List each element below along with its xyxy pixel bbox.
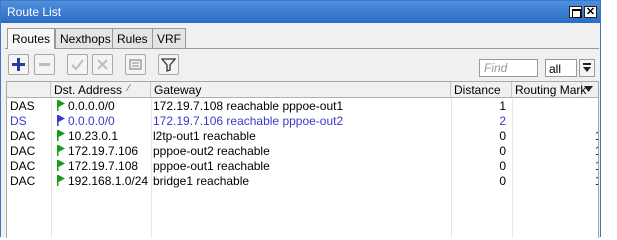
add-button[interactable] (8, 54, 29, 75)
chevron-down-icon (583, 63, 591, 72)
route-type: DS (10, 114, 27, 128)
dst-address: 0.0.0.0/0 (68, 114, 115, 128)
route-type: DAC (10, 129, 36, 143)
tab-rules[interactable]: Rules (112, 28, 153, 48)
window-title: Route List (7, 5, 62, 19)
route-type: DAC (10, 144, 36, 158)
filter-dropdown-button[interactable] (579, 59, 595, 77)
distance: 0 (499, 159, 506, 173)
tab-divider (5, 48, 599, 49)
tab-routes[interactable]: Routes (7, 28, 56, 49)
dst-address-cell: 10.23.0.1 (57, 129, 118, 143)
filter-select[interactable]: all (545, 59, 577, 77)
remove-button[interactable] (34, 54, 55, 75)
dst-address-cell: 172.19.7.106 (57, 144, 138, 158)
remove-icon (39, 63, 50, 66)
dst-address-cell: 0.0.0.0/0 (57, 99, 115, 113)
table-row[interactable]: DAC 10.23.0.1 l2tp-out1 reachable 0 1 (7, 128, 598, 144)
table-row[interactable]: DAC 172.19.7.106 pppoe-out2 reachable 0 1 (7, 143, 598, 159)
distance: 1 (499, 99, 506, 113)
routing-mark: 1 (595, 174, 598, 188)
column-label: Dst. Address (54, 83, 123, 97)
route-flag-icon (57, 130, 65, 141)
disable-button[interactable] (92, 54, 113, 75)
dst-address-cell: 172.19.7.108 (57, 159, 138, 173)
maximize-icon[interactable] (569, 6, 582, 18)
dst-address: 172.19.7.106 (68, 144, 139, 158)
find-input[interactable]: Find (479, 59, 538, 77)
table-row[interactable]: DS 0.0.0.0/0 172.19.7.106 reachable pppoe-… (7, 113, 598, 129)
route-flag-icon (57, 160, 65, 171)
distance: 0 (499, 174, 506, 188)
dst-address-cell: 192.168.1.0/24 (57, 174, 148, 188)
route-flag-icon (57, 145, 65, 156)
comment-icon (129, 59, 142, 70)
route-flag-icon (57, 175, 65, 186)
dst-address: 192.168.1.0/24 (68, 174, 149, 188)
dst-address: 10.23.0.1 (68, 129, 119, 143)
tab-vrf[interactable]: VRF (152, 28, 186, 48)
table-row[interactable]: DAC 192.168.1.0/24 bridge1 reachable 0 1 (7, 173, 598, 189)
disable-icon (97, 59, 108, 70)
column-menu-icon[interactable] (583, 84, 594, 95)
gateway: bridge1 reachable (153, 174, 250, 188)
gateway: 172.19.7.108 reachable pppoe-out1 (153, 99, 344, 113)
route-type: DAC (10, 174, 36, 188)
sort-icon: ⁄ (128, 83, 130, 94)
routing-mark: 1 (595, 144, 598, 158)
gateway: pppoe-out1 reachable (153, 159, 270, 173)
table-header: Dst. Address ⁄ Gateway Distance Routing … (7, 82, 598, 98)
route-flag-icon (57, 100, 65, 111)
routing-mark: 1 (595, 129, 598, 143)
route-type: DAC (10, 159, 36, 173)
gateway: pppoe-out2 reachable (153, 144, 270, 158)
tab-nexthops[interactable]: Nexthops (55, 28, 116, 48)
table-row[interactable]: DAS 0.0.0.0/0 172.19.7.108 reachable pppoe… (7, 98, 598, 114)
title-bar[interactable]: Route List ✕ (1, 1, 600, 23)
routing-mark: 1 (595, 159, 598, 173)
gateway: 172.19.7.106 reachable pppoe-out2 (153, 114, 344, 128)
dst-address: 0.0.0.0/0 (68, 99, 115, 113)
tab-label: Rules (117, 32, 148, 46)
dst-address-cell: 0.0.0.0/0 (57, 114, 115, 128)
distance: 2 (499, 114, 506, 128)
column-header-routing-mark[interactable]: Routing Mark (512, 82, 586, 97)
filter-icon (161, 58, 176, 72)
column-header-distance[interactable]: Distance (451, 82, 512, 97)
distance: 0 (499, 129, 506, 143)
routes-table: Dst. Address ⁄ Gateway Distance Routing … (6, 81, 599, 238)
enable-icon (71, 59, 84, 71)
route-flag-icon (57, 115, 65, 126)
distance: 0 (499, 144, 506, 158)
filter-button[interactable] (158, 54, 179, 75)
table-row[interactable]: DAC 172.19.7.108 pppoe-out1 reachable 0 1 (7, 158, 598, 174)
route-list-window: Route List ✕ Routes Nexthops Rules VRF F… (0, 0, 601, 238)
gateway: l2tp-out1 reachable (153, 129, 256, 143)
tab-label: Nexthops (60, 32, 111, 46)
tab-label: Routes (12, 32, 51, 46)
column-header-dst-address[interactable]: Dst. Address (51, 82, 151, 97)
dst-address: 172.19.7.108 (68, 159, 139, 173)
tab-label: VRF (157, 32, 181, 46)
add-icon (12, 58, 25, 71)
close-icon[interactable]: ✕ (584, 6, 597, 18)
column-header-gateway[interactable]: Gateway (151, 82, 451, 97)
column-header-type[interactable] (7, 82, 51, 97)
comment-button[interactable] (125, 54, 146, 75)
enable-button[interactable] (67, 54, 88, 75)
route-type: DAS (10, 99, 35, 113)
